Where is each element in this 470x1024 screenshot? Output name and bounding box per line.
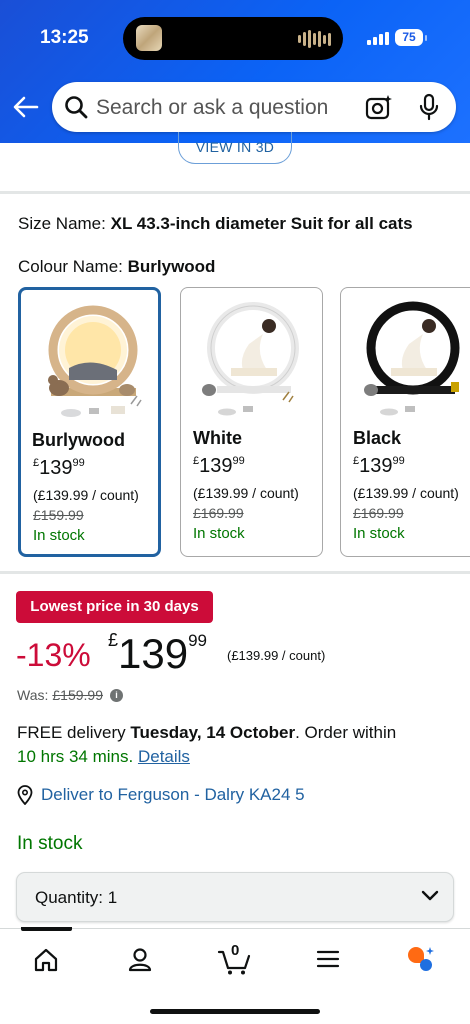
delivery-countdown-row: 10 hrs 34 mins. Details <box>17 747 190 766</box>
cart-count: 0 <box>231 942 240 959</box>
stock-status: In stock <box>17 833 83 854</box>
swatch-unit-price: (£139.99 / count) <box>353 485 459 501</box>
search-bar[interactable]: Search or ask a question <box>52 82 456 132</box>
swatch-name: Black <box>353 428 402 448</box>
deliver-to-link[interactable]: Deliver to Ferguson - Dalry KA24 5 <box>17 785 305 805</box>
battery-cap <box>425 35 427 41</box>
status-time: 13:25 <box>40 27 89 48</box>
back-button[interactable] <box>12 92 40 122</box>
account-icon <box>128 948 152 972</box>
swatch-stock-status: In stock <box>33 527 85 544</box>
view-in-3d-button[interactable]: VIEW IN 3D <box>178 132 292 164</box>
swatch-stock-status: In stock <box>353 525 405 542</box>
was-price: £159.99 <box>52 687 103 703</box>
section-divider <box>0 191 470 194</box>
bottom-navigation: 0 <box>0 927 470 1024</box>
swatch-price: £13999 <box>193 455 245 477</box>
delivery-info: FREE delivery Tuesday, 14 October. Order… <box>17 723 397 742</box>
swatch-unit-price: (£139.99 / count) <box>33 487 139 503</box>
deliver-to-text: Deliver to Ferguson - Dalry KA24 5 <box>41 785 305 804</box>
microphone-icon[interactable] <box>418 93 440 121</box>
quantity-value: 1 <box>107 888 118 907</box>
discount-percent: -13% <box>16 637 91 673</box>
white-cat-wheel-image <box>202 302 299 416</box>
colour-name-label: Colour Name: <box>18 257 123 276</box>
chevron-down-icon <box>421 890 439 901</box>
nav-account[interactable] <box>120 941 160 977</box>
swatch-was-price: £169.99 <box>353 505 404 521</box>
active-tab-indicator <box>21 927 72 931</box>
location-pin-icon <box>17 785 33 805</box>
was-price-row: Was: £159.99 i <box>17 687 123 703</box>
delivery-details-link[interactable]: Details <box>138 747 190 766</box>
camera-lens-icon[interactable] <box>365 94 393 120</box>
nav-menu[interactable] <box>308 941 348 977</box>
nav-rufus-assistant[interactable] <box>402 941 442 977</box>
swatch-burlywood[interactable]: Burlywood £13999 (£139.99 / count) £159.… <box>18 287 161 557</box>
swatch-was-price: £169.99 <box>193 505 244 521</box>
battery-icon: 75 <box>395 29 423 46</box>
delivery-countdown: 10 hrs 34 mins <box>17 747 129 766</box>
black-cat-wheel-image <box>364 301 460 416</box>
size-name-value: XL 43.3-inch diameter Suit for all cats <box>110 214 413 233</box>
search-icon <box>65 96 88 119</box>
was-label: Was: <box>17 687 49 703</box>
nav-cart[interactable]: 0 <box>214 941 254 977</box>
dynamic-island <box>123 17 343 60</box>
menu-icon <box>316 950 340 968</box>
delivery-date: Tuesday, 14 October <box>130 723 296 742</box>
swatch-white[interactable]: White £13999 (£139.99 / count) £169.99 I… <box>180 287 323 557</box>
price-fraction: 99 <box>188 631 208 650</box>
home-indicator <box>150 1009 320 1014</box>
swatch-was-price: £159.99 <box>33 507 84 523</box>
cellular-signal-icon <box>367 32 389 45</box>
swatch-price: £13999 <box>33 457 85 479</box>
home-icon <box>34 948 58 972</box>
colour-name-row: Colour Name: Burlywood <box>18 257 215 277</box>
rufus-assistant-icon <box>408 947 434 971</box>
price-currency: £ <box>108 630 119 650</box>
section-divider <box>0 571 470 574</box>
back-arrow-icon <box>13 96 39 118</box>
unit-price: (£139.99 / count) <box>227 648 326 663</box>
app-header: 13:25 75 Search or ask a question <box>0 0 470 143</box>
audio-waveform-icon <box>298 29 331 49</box>
size-name-label: Size Name: <box>18 214 106 233</box>
colour-swatch-carousel[interactable]: Burlywood £13999 (£139.99 / count) £159.… <box>0 287 470 557</box>
size-name-row: Size Name: XL 43.3-inch diameter Suit fo… <box>18 214 413 234</box>
now-playing-artwork-icon <box>136 25 162 51</box>
nav-home[interactable] <box>26 941 66 977</box>
info-icon[interactable]: i <box>109 688 123 702</box>
swatch-price: £13999 <box>353 455 405 477</box>
search-input[interactable]: Search or ask a question <box>96 96 328 120</box>
swatch-name: White <box>193 428 242 448</box>
price-whole: 139 <box>118 630 189 677</box>
current-price: £13999 <box>108 630 207 678</box>
deal-badge: Lowest price in 30 days <box>16 591 213 623</box>
swatch-name: Burlywood <box>32 430 125 450</box>
swatch-black[interactable]: Black £13999 (£139.99 / count) £169.99 I… <box>340 287 470 557</box>
quantity-dropdown[interactable]: Quantity: 1 <box>16 872 454 922</box>
colour-name-value: Burlywood <box>127 257 216 276</box>
swatch-stock-status: In stock <box>193 525 245 542</box>
quantity-label: Quantity: 1 <box>35 888 118 907</box>
swatch-unit-price: (£139.99 / count) <box>193 485 299 501</box>
burlywood-cat-wheel-image <box>48 305 142 417</box>
